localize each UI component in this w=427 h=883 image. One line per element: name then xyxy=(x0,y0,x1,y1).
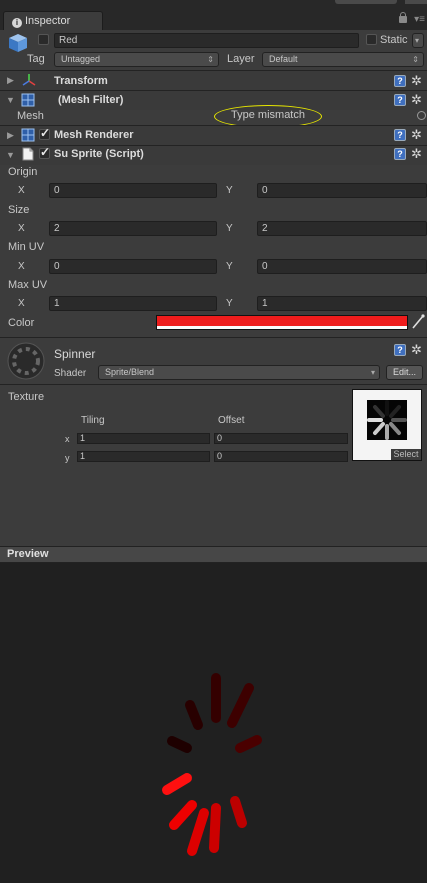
preview-header[interactable]: Preview xyxy=(0,546,427,563)
spinner-preview xyxy=(162,673,262,856)
toolbar-stub xyxy=(335,0,397,4)
alpha-bar xyxy=(157,326,407,329)
size-label: Size xyxy=(8,204,30,216)
gear-icon[interactable]: ✲ xyxy=(411,93,422,106)
shader-value: Sprite/Blend xyxy=(105,367,155,377)
y-small-label: y xyxy=(65,453,70,463)
x-label: X xyxy=(18,223,25,234)
help-icon[interactable]: ? xyxy=(394,148,406,160)
help-icon[interactable]: ? xyxy=(394,94,406,106)
gear-icon[interactable]: ✲ xyxy=(411,74,422,87)
x-small-label: x xyxy=(65,434,70,444)
divider xyxy=(0,384,427,385)
y-label: Y xyxy=(226,223,233,234)
offset-x-field[interactable]: 0 xyxy=(214,433,348,444)
foldout-collapsed-icon[interactable]: ▶ xyxy=(7,75,14,86)
x-label: X xyxy=(18,261,25,272)
divider xyxy=(0,337,427,338)
min-uv-label: Min UV xyxy=(8,241,45,253)
static-checkbox[interactable] xyxy=(366,34,377,45)
select-texture-button[interactable]: Select xyxy=(391,449,421,460)
max-uv-label: Max UV xyxy=(8,279,48,291)
material-name: Spinner xyxy=(54,347,96,361)
foldout-expanded-icon[interactable]: ▼ xyxy=(6,150,15,160)
layer-label: Layer xyxy=(227,53,255,65)
y-label: Y xyxy=(226,298,233,309)
info-icon: i xyxy=(12,18,22,28)
transform-title: Transform xyxy=(54,75,108,87)
y-label: Y xyxy=(226,185,233,196)
transform-icon xyxy=(22,73,36,87)
eyedropper-icon[interactable] xyxy=(411,314,425,330)
shader-label: Shader xyxy=(54,368,87,379)
size-y-field[interactable]: 2 xyxy=(257,221,427,236)
edit-button[interactable]: Edit... xyxy=(386,365,423,380)
mesh-filter-title: (Mesh Filter) xyxy=(58,94,124,106)
gear-icon[interactable]: ✲ xyxy=(411,343,422,356)
tiling-y-field[interactable]: 1 xyxy=(77,451,210,462)
lock-icon[interactable] xyxy=(399,12,407,23)
updown-icon: ⇕ xyxy=(412,55,419,64)
origin-y-field[interactable]: 0 xyxy=(257,183,427,198)
x-label: X xyxy=(18,298,25,309)
mesh-filter-icon xyxy=(21,93,35,107)
gear-icon[interactable]: ✲ xyxy=(411,147,422,160)
gear-icon[interactable]: ✲ xyxy=(411,128,422,141)
tiling-x-field[interactable]: 1 xyxy=(77,433,210,444)
foldout-expanded-icon[interactable]: ▼ xyxy=(6,95,15,105)
offset-label: Offset xyxy=(218,415,245,426)
foldout-collapsed-icon[interactable]: ▶ xyxy=(7,130,14,141)
color-field[interactable] xyxy=(156,315,408,330)
gameobject-icon xyxy=(8,33,28,53)
tag-label: Tag xyxy=(27,53,45,65)
max-uv-x-field[interactable]: 1 xyxy=(49,296,217,311)
color-label: Color xyxy=(8,317,35,329)
layer-value: Default xyxy=(269,54,298,64)
tiling-label: Tiling xyxy=(81,415,105,426)
texture-slot[interactable]: Select xyxy=(352,389,422,461)
y-label: Y xyxy=(226,261,233,272)
toolbar-stub-right xyxy=(405,0,427,4)
help-icon[interactable]: ? xyxy=(394,344,406,356)
chevron-down-icon: ▾ xyxy=(370,368,375,377)
max-uv-y-field[interactable]: 1 xyxy=(257,296,427,311)
script-title: Su Sprite (Script) xyxy=(54,148,144,160)
static-dropdown-arrow[interactable]: ▾ xyxy=(412,33,424,48)
spinner-texture-thumbnail xyxy=(367,400,407,440)
tab-inspector[interactable]: i Inspector xyxy=(3,11,103,30)
mesh-field[interactable]: Type mismatch xyxy=(214,109,322,121)
size-x-field[interactable]: 2 xyxy=(49,221,217,236)
min-uv-x-field[interactable]: 0 xyxy=(49,259,217,274)
material-preview-icon xyxy=(6,341,46,381)
updown-icon: ⇕ xyxy=(207,55,214,64)
offset-y-field[interactable]: 0 xyxy=(214,451,348,462)
tag-value: Untagged xyxy=(61,54,101,64)
layer-dropdown[interactable]: Default ⇕ xyxy=(262,52,424,67)
origin-label: Origin xyxy=(8,166,38,178)
mesh-renderer-icon xyxy=(21,128,35,142)
preview-area[interactable] xyxy=(0,563,427,883)
active-checkbox[interactable] xyxy=(38,34,49,45)
static-label: Static xyxy=(380,34,408,46)
min-uv-y-field[interactable]: 0 xyxy=(257,259,427,274)
texture-label: Texture xyxy=(8,391,45,403)
tab-label: Inspector xyxy=(25,15,71,27)
tag-dropdown[interactable]: Untagged ⇕ xyxy=(54,52,219,67)
object-picker-icon[interactable] xyxy=(417,111,426,120)
script-enabled-checkbox[interactable] xyxy=(39,145,50,159)
help-icon[interactable]: ? xyxy=(394,75,406,87)
mesh-renderer-title: Mesh Renderer xyxy=(54,129,134,141)
x-label: X xyxy=(18,185,25,196)
mesh-renderer-enabled-checkbox[interactable] xyxy=(39,126,50,140)
help-icon[interactable]: ? xyxy=(394,129,406,141)
shader-dropdown[interactable]: Sprite/Blend ▾ xyxy=(98,365,380,380)
origin-x-field[interactable]: 0 xyxy=(49,183,217,198)
script-icon xyxy=(22,147,34,161)
mesh-label: Mesh xyxy=(17,110,44,122)
object-name-field[interactable]: Red xyxy=(54,33,359,48)
tab-menu-icon[interactable]: ▾≡ xyxy=(414,14,425,25)
